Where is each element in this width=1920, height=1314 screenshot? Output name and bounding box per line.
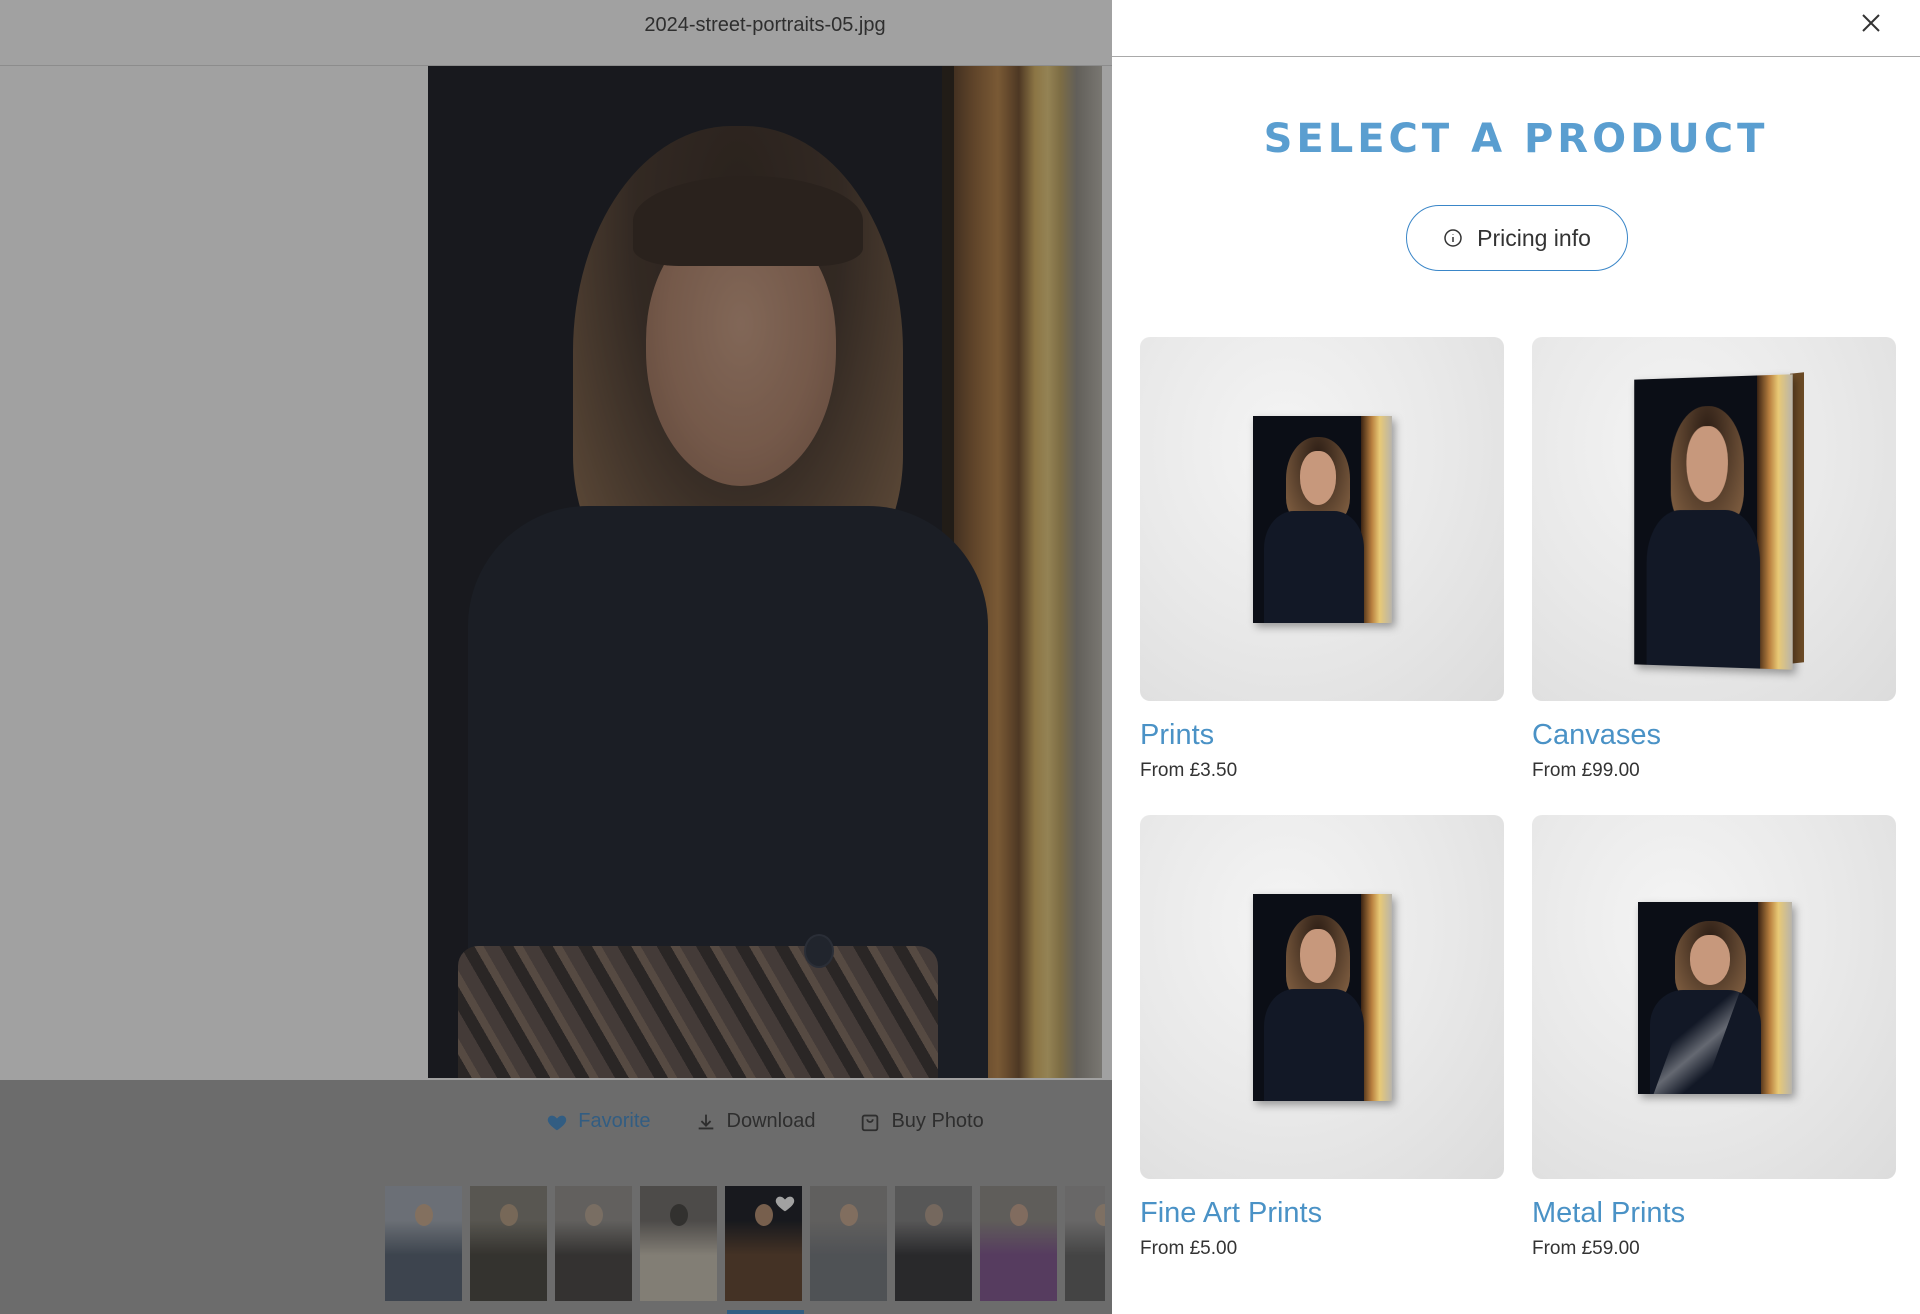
thumbnail-couple-portrait[interactable] (385, 1186, 462, 1301)
product-price: From £3.50 (1140, 760, 1238, 781)
thumbnail-subject (1010, 1204, 1028, 1226)
viewer-header: 2024-street-portraits-05.jpg (0, 0, 1112, 66)
mockup-door (1758, 902, 1792, 1094)
product-preview-image[interactable] (1532, 337, 1896, 701)
photo-jacket-button (804, 934, 834, 968)
thumbnail-subject (670, 1204, 688, 1226)
favorited-heart-icon (775, 1196, 795, 1212)
product-panel: SELECT A PRODUCT Pricing info Prints From… (1112, 0, 1920, 1314)
thumbnail-man-leather-jacket[interactable] (895, 1186, 972, 1301)
mockup-door (1361, 894, 1392, 1101)
thumbnail-partial-portrait[interactable] (1065, 1186, 1105, 1301)
product-card[interactable]: Canvases From £99.00 (1532, 337, 1896, 815)
mockup-door (1756, 374, 1793, 670)
product-price: From £99.00 (1532, 760, 1640, 781)
mockup-door (1361, 416, 1392, 623)
product-price: From £5.00 (1140, 1238, 1238, 1259)
download-icon (698, 1114, 713, 1129)
panel-header (1112, 0, 1920, 57)
thumbnail-strip (385, 1186, 1105, 1301)
mockup-face (1686, 425, 1728, 502)
thumbnail-subject (1095, 1204, 1105, 1226)
info-icon (1444, 229, 1462, 247)
product-card[interactable]: Fine Art Prints From £5.00 (1140, 815, 1504, 1293)
product-name[interactable]: Canvases (1532, 719, 1896, 752)
thumbnail-subject (755, 1204, 773, 1226)
thumbnail-man-grey-sweater[interactable] (810, 1186, 887, 1301)
photo-subject-fringe (633, 176, 863, 266)
product-photo-mockup (1253, 894, 1392, 1101)
product-photo-mockup (1634, 374, 1793, 670)
mockup-body (1646, 510, 1761, 670)
favorite-button[interactable]: Favorite (546, 1110, 651, 1133)
download-label: Download (726, 1110, 816, 1132)
thumbnail-subject (585, 1204, 603, 1226)
thumbnail-woman-purple-top[interactable] (980, 1186, 1057, 1301)
product-preview-image[interactable] (1532, 815, 1896, 1179)
buy-photo-label: Buy Photo (891, 1110, 984, 1132)
photo-subject-skirt (458, 946, 938, 1078)
product-preview-image[interactable] (1140, 815, 1504, 1179)
thumbnail-two-men-portrait[interactable] (470, 1186, 547, 1301)
shopping-bag-icon (862, 1114, 879, 1131)
product-name[interactable]: Fine Art Prints (1140, 1197, 1504, 1230)
thumbnail-man-cream-jacket[interactable] (640, 1186, 717, 1301)
heart-icon (548, 1115, 567, 1130)
product-card[interactable]: Prints From £3.50 (1140, 337, 1504, 815)
thumbnail-woman-dark-portrait[interactable] (725, 1186, 802, 1301)
download-button[interactable]: Download (695, 1110, 816, 1133)
mockup-body (1264, 989, 1365, 1101)
product-photo-mockup (1638, 902, 1792, 1094)
thumbnail-subject (840, 1204, 858, 1226)
close-icon[interactable] (1856, 8, 1886, 38)
pricing-info-label: Pricing info (1477, 224, 1591, 251)
buy-photo-button[interactable]: Buy Photo (859, 1110, 984, 1133)
thumbnail-subject (415, 1204, 433, 1226)
product-name[interactable]: Metal Prints (1532, 1197, 1896, 1230)
active-thumbnail-indicator (727, 1310, 804, 1314)
thumbnail-subject (500, 1204, 518, 1226)
favorite-label: Favorite (578, 1110, 651, 1132)
thumbnail-subject (925, 1204, 943, 1226)
product-photo-mockup (1253, 416, 1392, 623)
file-name: 2024-street-portraits-05.jpg (644, 14, 886, 36)
panel-title: SELECT A PRODUCT (1263, 116, 1769, 162)
product-preview-image[interactable] (1140, 337, 1504, 701)
main-photo[interactable] (428, 66, 1102, 1078)
mockup-body (1264, 511, 1365, 623)
thumbnail-headscarf-portrait[interactable] (555, 1186, 632, 1301)
product-price: From £59.00 (1532, 1238, 1640, 1259)
pricing-info-button[interactable]: Pricing info (1406, 205, 1628, 271)
product-card[interactable]: Metal Prints From £59.00 (1532, 815, 1896, 1293)
product-name[interactable]: Prints (1140, 719, 1504, 752)
product-grid: Prints From £3.50 Canvases From £99.00 Fine … (1140, 337, 1896, 1293)
